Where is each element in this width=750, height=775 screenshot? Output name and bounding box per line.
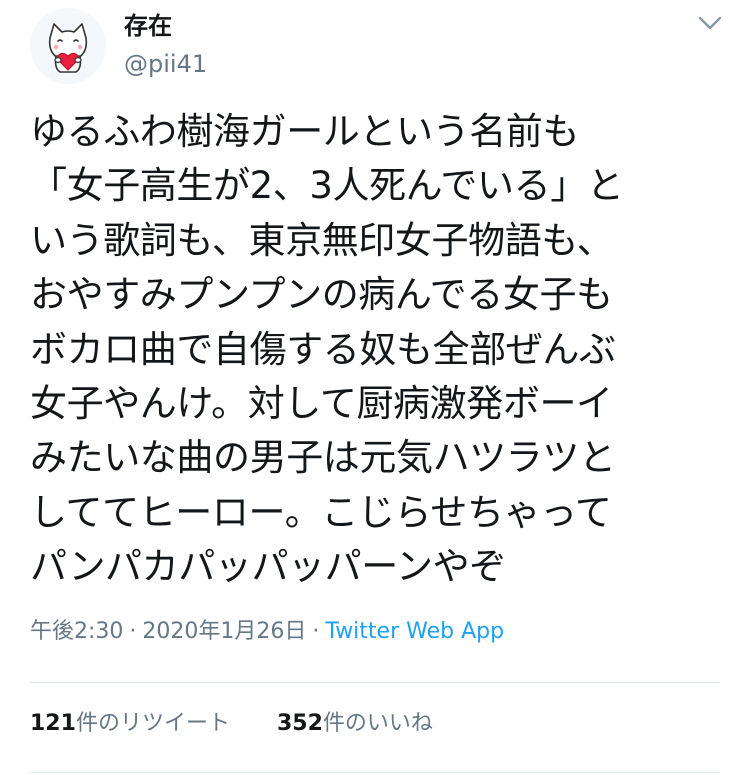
tweet-line: おやすみプンプンの病んでる女子も [30,273,613,317]
tweet-date[interactable]: 2020年1月26日 [142,619,306,644]
meta-separator: · [129,619,137,644]
tweet-header: 存在 @pii41 [0,0,750,100]
tweet-line: 女子やんけ。対して厨病激発ボーイ [30,382,613,426]
user-handle[interactable]: @pii41 [124,48,207,80]
avatar[interactable] [30,8,106,84]
retweets-label: 件のリツイート [75,711,230,736]
tweet-line: 「女子高生が2、3人死んでいる」と [30,164,624,208]
tweet-line: みたいな曲の男子は元気ハツラツと [30,436,616,480]
cat-avatar-icon [30,8,106,84]
tweet-stats: 121件のリツイート 352件のいいね [30,708,433,740]
chevron-down-icon[interactable] [694,10,726,38]
likes-stat[interactable]: 352件のいいね [277,708,433,740]
tweet-line: いう歌詞も、東京無印女子物語も、 [30,218,614,262]
tweet-source-link[interactable]: Twitter Web App [325,619,504,644]
retweets-stat[interactable]: 121件のリツイート [30,708,230,740]
likes-count: 352 [276,711,323,736]
tweet-line: しててヒーロー。こじらせちゃって [30,490,612,534]
display-name[interactable]: 存在 [124,10,172,42]
tweet-text: ゆるふわ樹海ガールという名前も 「女子高生が2、3人死んでいる」と いう歌詞も、… [30,105,730,595]
likes-label: 件のいいね [322,711,433,736]
tweet-meta: 午後2:30 · 2020年1月26日 · Twitter Web App [30,616,504,648]
tweet-line: ゆるふわ樹海ガールという名前も [30,110,579,153]
retweets-count: 121 [30,711,76,736]
meta-separator: · [312,619,320,644]
divider [30,682,720,683]
tweet-line: パンパカパッパッパーンやぞ [30,545,506,589]
tweet-line: ボカロ曲で自傷する奴も全部ぜんぶ [30,327,616,371]
divider [30,772,720,773]
tweet-time[interactable]: 午後2:30 [30,619,123,644]
